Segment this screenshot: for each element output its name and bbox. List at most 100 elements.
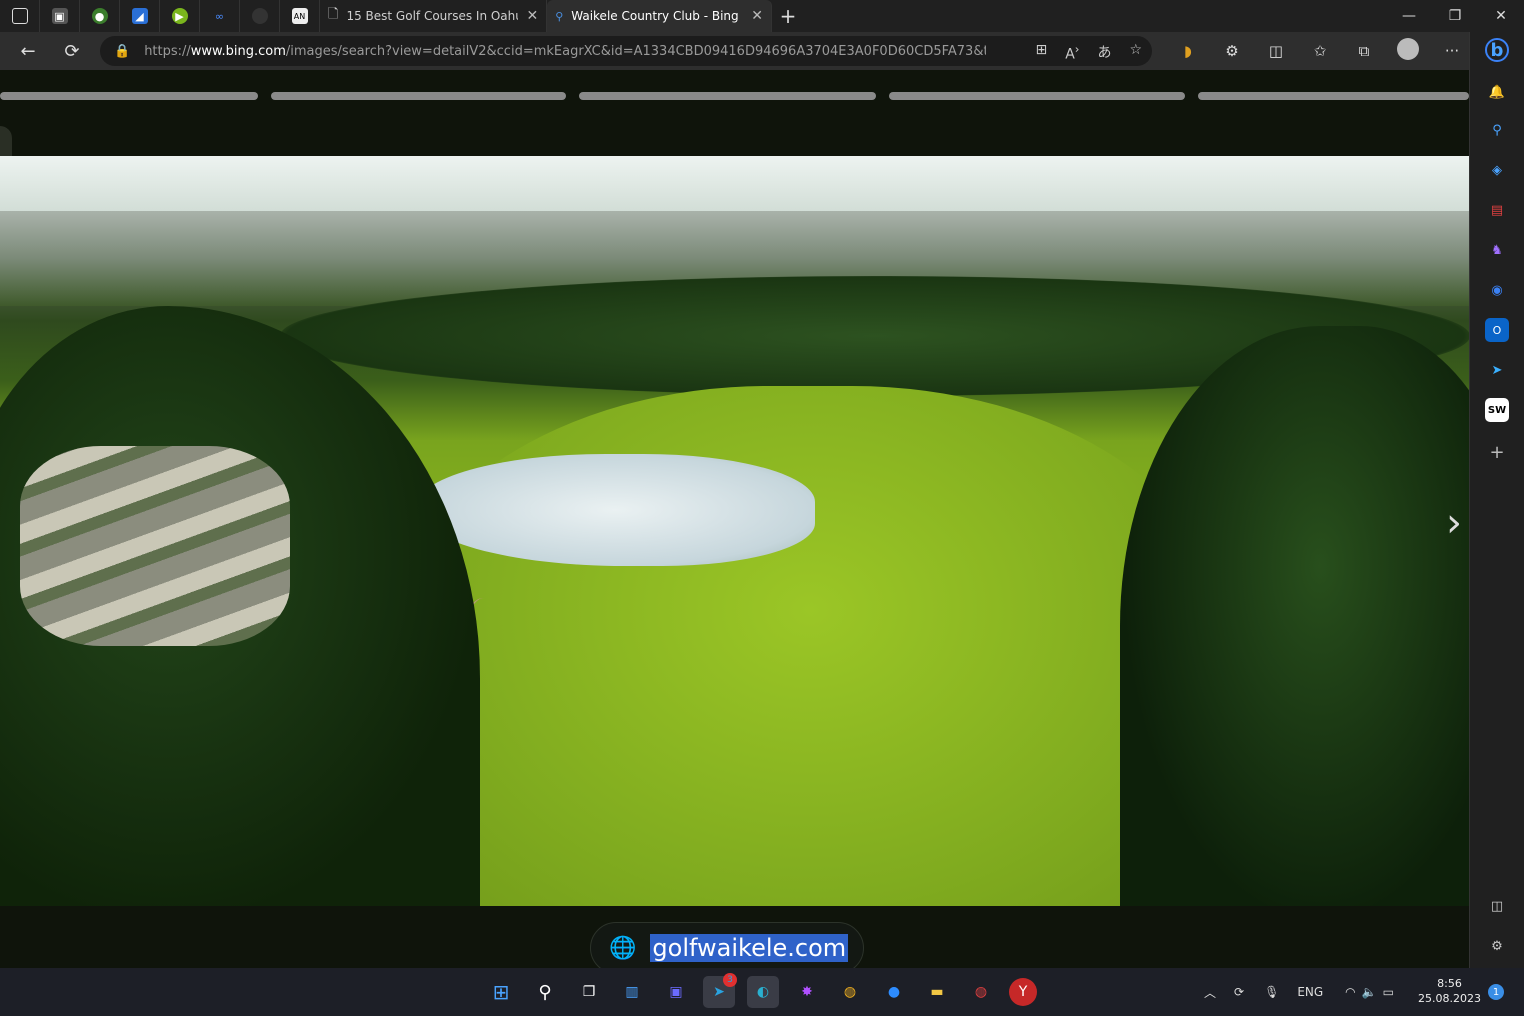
carousel-indicator[interactable] <box>889 92 1185 100</box>
new-tab-button[interactable]: + <box>772 0 804 32</box>
extensions-icon[interactable]: ⚙ <box>1210 42 1254 60</box>
url-field[interactable]: 🔒 https:// www.bing.com /images/search?v… <box>100 36 1152 66</box>
layout-icon[interactable]: ◫ <box>1485 894 1509 918</box>
time: 8:56 <box>1437 977 1462 990</box>
toolbox-icon[interactable]: ▤ <box>1485 198 1509 222</box>
bing-copilot-icon[interactable]: b <box>1485 38 1509 62</box>
notification-badge[interactable]: 1 <box>1488 984 1504 1000</box>
translate-icon[interactable]: あ <box>1097 42 1111 63</box>
carousel-indicator[interactable] <box>579 92 876 100</box>
bing-search-icon: ⚲ <box>555 9 564 23</box>
taskbar: ⊞ ⚲ ❐ ▥ ▣ ➤ 3 ◐ ✸ ◍ ● ▬ ◍ Y ︿ ⟳ 🎙 ENG ◠ … <box>0 968 1524 1016</box>
file-explorer-icon[interactable]: ▬ <box>921 976 953 1008</box>
app-icon[interactable]: ⊞ <box>1035 42 1047 63</box>
globe-icon: 🌐 <box>609 935 637 961</box>
url-host: www.bing.com <box>190 43 286 59</box>
sync-icon[interactable]: ⟳ <box>1234 985 1244 999</box>
widgets-icon[interactable]: ▥ <box>616 976 648 1008</box>
restore-icon[interactable]: ❐ <box>1432 0 1478 32</box>
tab-actions-icon <box>11 8 28 24</box>
more-icon[interactable]: ··· <box>1430 42 1474 60</box>
dark-circle-icon <box>251 8 268 24</box>
read-aloud-icon[interactable]: A› <box>1065 42 1079 63</box>
volume-icon[interactable]: 🔈 <box>1362 985 1377 999</box>
next-arrow-icon[interactable]: › <box>1446 500 1462 546</box>
url-scheme: https:// <box>144 43 191 59</box>
browser-toolbar: ◗ ⚙ ◫ ✩ ⧉ ··· <box>1166 32 1474 70</box>
split-screen-icon[interactable]: ◫ <box>1254 42 1298 60</box>
language-indicator[interactable]: ENG <box>1297 985 1323 999</box>
document-icon: 🗋 <box>328 7 339 22</box>
teams-meet-icon[interactable]: ▣ <box>660 976 692 1008</box>
date: 25.08.2023 <box>1418 992 1481 1005</box>
search-icon[interactable]: ⚲ <box>1485 118 1509 142</box>
carousel-indicator[interactable] <box>1198 92 1469 100</box>
tab-title: Waikele Country Club - Bing ima… <box>571 9 743 23</box>
tag-icon[interactable]: ◈ <box>1485 158 1509 182</box>
carousel-indicator[interactable] <box>0 92 258 100</box>
url-actions: ⊞ A› あ ☆ <box>1035 42 1142 63</box>
favorites-icon[interactable]: ✩ <box>1298 42 1342 60</box>
sw-icon[interactable]: SW <box>1485 398 1509 422</box>
refresh-button[interactable]: ⟳ <box>50 32 94 70</box>
search-icon[interactable]: ⚲ <box>529 976 561 1008</box>
task-view-icon[interactable]: ❐ <box>573 976 605 1008</box>
chrome-icon[interactable]: ◍ <box>834 976 866 1008</box>
meta-icon: ∞ <box>214 9 225 23</box>
golf-course-photo <box>0 156 1469 906</box>
page-icon: ▣ <box>51 8 68 24</box>
outlook-icon[interactable]: O <box>1485 318 1509 342</box>
pinned-tab-4[interactable]: ▶ <box>160 0 200 32</box>
chevron-up-icon[interactable]: ︿ <box>1204 984 1216 1001</box>
pinned-tab-1[interactable]: ▣ <box>40 0 80 32</box>
back-button[interactable]: ← <box>6 32 50 70</box>
telegram-icon[interactable]: ➤ 3 <box>703 973 737 1008</box>
tab-title: 15 Best Golf Courses In Oahu 20… <box>346 9 518 23</box>
messenger-icon[interactable]: ✸ <box>791 976 823 1008</box>
image-viewer: › 🌐 golfwaikele.com <box>0 70 1469 968</box>
url-path: /images/search?view=detailV2&ccid=mkEagr… <box>285 43 986 59</box>
pinned-tab-7[interactable]: AN <box>280 0 320 32</box>
tab-waikele[interactable]: ⚲ Waikele Country Club - Bing ima… ✕ <box>547 0 772 32</box>
pinned-tab-6[interactable] <box>240 0 280 32</box>
source-domain[interactable]: golfwaikele.com <box>650 934 849 962</box>
source-caption[interactable]: 🌐 golfwaikele.com <box>590 922 864 968</box>
close-tab-icon[interactable]: ✕ <box>751 8 763 24</box>
extension-icon[interactable]: ◗ <box>1166 42 1210 60</box>
edge-icon[interactable]: ◐ <box>747 976 779 1008</box>
news-icon: AN <box>291 8 308 24</box>
telegram-badge: 3 <box>723 973 737 987</box>
add-icon[interactable]: + <box>1485 440 1509 464</box>
pinned-tab-3[interactable]: ◢ <box>120 0 160 32</box>
tab-golf-courses[interactable]: 🗋 15 Best Golf Courses In Oahu 20… ✕ <box>320 0 548 32</box>
copilot-icon[interactable]: ◉ <box>1485 278 1509 302</box>
yandex-icon[interactable]: Y <box>1009 978 1037 1006</box>
close-tab-icon[interactable]: ✕ <box>526 8 538 24</box>
wifi-icon[interactable]: ◠ <box>1345 985 1355 999</box>
pinned-tab-5[interactable]: ∞ <box>200 0 240 32</box>
microphone-icon[interactable]: 🎙 <box>1264 985 1279 999</box>
system-tray: ︿ ⟳ 🎙 ENG ◠ 🔈 ▭ <box>1204 968 1394 1016</box>
grammarly-icon: ● <box>91 8 108 24</box>
clock[interactable]: 8:56 25.08.2023 <box>1418 976 1481 1006</box>
battery-icon[interactable]: ▭ <box>1383 985 1394 999</box>
favorite-star-icon[interactable]: ☆ <box>1129 42 1142 63</box>
whiteboard-icon: ◢ <box>131 8 148 24</box>
tab-bar: ▣ ● ◢ ▶ ∞ AN 🗋 15 Best Golf Courses In O… <box>0 0 1524 32</box>
photo-houses <box>20 446 290 646</box>
pinned-tab-2[interactable]: ● <box>80 0 120 32</box>
photo-right-trees <box>1120 326 1469 906</box>
bell-icon[interactable]: 🔔 <box>1485 80 1509 104</box>
chrome-2-icon[interactable]: ◍ <box>965 976 997 1008</box>
close-window-icon[interactable]: ✕ <box>1478 0 1524 32</box>
tab-actions-button[interactable] <box>0 0 40 32</box>
profile-avatar[interactable] <box>1386 38 1430 64</box>
start-icon[interactable]: ⊞ <box>485 976 517 1008</box>
collections-icon[interactable]: ⧉ <box>1342 42 1386 60</box>
minimize-icon[interactable]: — <box>1386 0 1432 32</box>
zoom-icon[interactable]: ● <box>878 976 910 1008</box>
gear-icon[interactable]: ⚙ <box>1485 934 1509 958</box>
send-icon[interactable]: ➤ <box>1485 358 1509 382</box>
carousel-indicator[interactable] <box>271 92 566 100</box>
chess-icon[interactable]: ♞ <box>1485 238 1509 262</box>
